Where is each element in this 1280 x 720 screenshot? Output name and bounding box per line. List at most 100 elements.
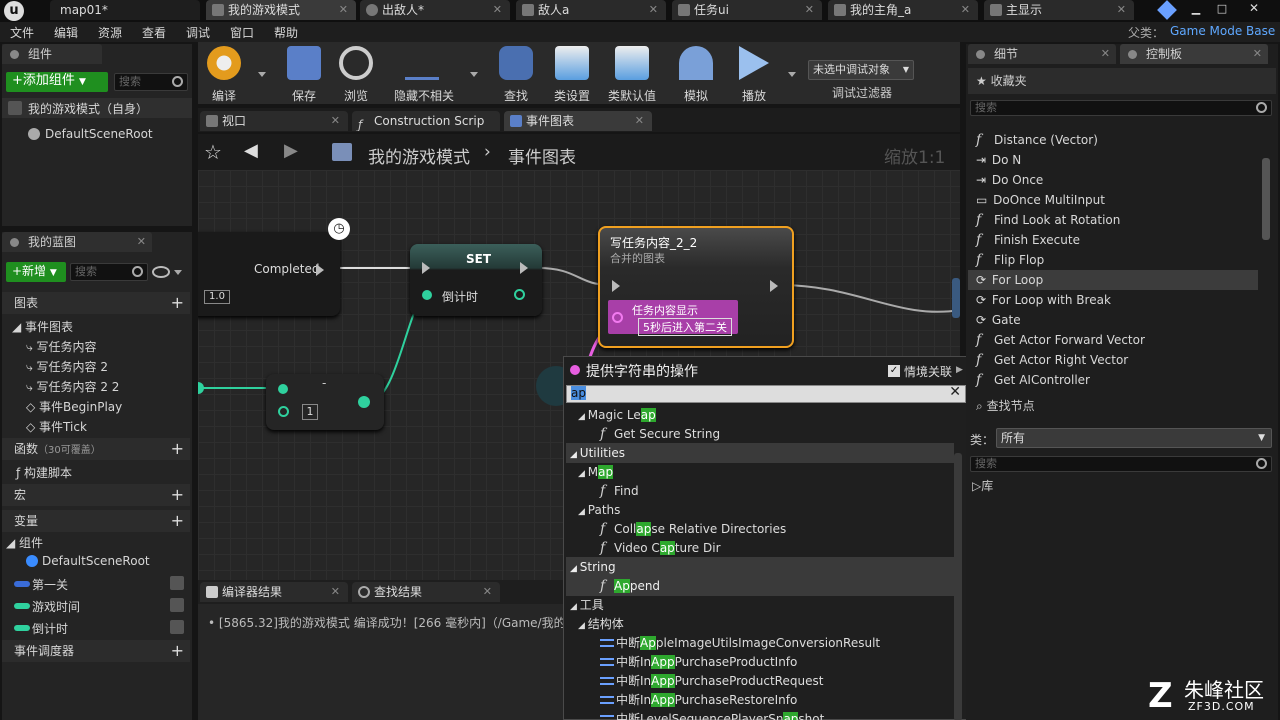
window-tab-main-display[interactable]: 主显示 ✕ bbox=[984, 0, 1134, 20]
delay-node[interactable]: Completed 1.0 bbox=[198, 232, 340, 316]
chevron-right-icon[interactable]: ▶ bbox=[956, 365, 963, 375]
completed-exec-pin[interactable] bbox=[316, 264, 324, 276]
tab-viewport[interactable]: 视口 ✕ bbox=[200, 111, 348, 131]
window-tab-spawn-enemy[interactable]: 出敌人* ✕ bbox=[360, 0, 510, 20]
integer-out-pin[interactable] bbox=[358, 396, 370, 408]
close-icon[interactable]: ✕ bbox=[137, 232, 146, 252]
var-out-pin[interactable] bbox=[514, 289, 525, 300]
add-component-button[interactable]: +添加组件 ▼ bbox=[6, 72, 108, 92]
breadcrumb-root[interactable]: 我的游戏模式 bbox=[368, 143, 470, 168]
palette-search-input[interactable]: 搜索 bbox=[970, 100, 1272, 116]
parent-class-link[interactable]: Game Mode Base bbox=[1170, 24, 1275, 38]
close-icon[interactable]: ✕ bbox=[635, 111, 644, 131]
task-content-value[interactable]: 5秒后进入第二关 bbox=[638, 318, 732, 336]
maximize-button[interactable]: □ bbox=[1214, 2, 1230, 18]
close-icon[interactable]: ✕ bbox=[1101, 44, 1110, 64]
window-tab-task-ui[interactable]: 任务ui ✕ bbox=[672, 0, 822, 20]
graph-item[interactable]: ⤷ 写任务内容 bbox=[26, 338, 97, 355]
tab-find-results[interactable]: 查找结果 ✕ bbox=[352, 582, 500, 602]
palette-item[interactable]: ⇥ Do N bbox=[976, 150, 1254, 170]
palette-scrollbar[interactable] bbox=[1262, 158, 1270, 240]
eye-icon[interactable] bbox=[152, 266, 170, 278]
play-button[interactable]: 播放 bbox=[728, 46, 780, 104]
action-item[interactable]: 中断InAppPurchaseRestoreInfo bbox=[566, 690, 954, 710]
palette-item[interactable]: ⟳ For Loop with Break bbox=[976, 290, 1254, 310]
debug-object-select[interactable]: 未选中调试对象 ▼ bbox=[808, 60, 914, 80]
action-category[interactable]: ◢ 工具 bbox=[566, 595, 954, 615]
variable-item[interactable]: 倒计时 bbox=[32, 620, 68, 637]
action-category[interactable]: ◢ Utilities bbox=[566, 443, 954, 463]
favorites-header[interactable]: ★ 收藏夹 bbox=[968, 68, 1276, 94]
action-item[interactable]: 中断AppleImageUtilsImageConversionResult bbox=[566, 633, 954, 653]
palette-item[interactable]: ⇥ Do Once bbox=[976, 170, 1254, 190]
action-item[interactable]: f Find bbox=[566, 481, 954, 501]
default-scene-root[interactable]: DefaultSceneRoot bbox=[45, 127, 153, 141]
add-macro-icon[interactable]: + bbox=[171, 484, 184, 506]
find-nodes-search-input[interactable]: 搜索 bbox=[970, 456, 1272, 472]
var-in-pin[interactable] bbox=[422, 290, 432, 300]
hide-unrelated-button[interactable]: 隐藏不相关 bbox=[394, 46, 454, 104]
chevron-down-icon[interactable] bbox=[174, 270, 182, 275]
chevron-down-icon[interactable] bbox=[788, 72, 796, 77]
construction-script-item[interactable]: ƒ 构建脚本 bbox=[16, 464, 72, 481]
menu-file[interactable]: 文件 bbox=[10, 24, 34, 41]
find-button[interactable]: 查找 bbox=[490, 46, 542, 104]
graph-item[interactable]: ◇ 事件Tick bbox=[26, 418, 87, 435]
simulate-button[interactable]: 模拟 bbox=[670, 46, 722, 104]
action-item[interactable]: 中断InAppPurchaseProductInfo bbox=[566, 652, 954, 672]
write-task-function-node[interactable]: 写任务内容_2_2 合并的图表 任务内容显示 5秒后进入第二关 bbox=[598, 226, 794, 348]
tab-event-graph[interactable]: 事件图表 ✕ bbox=[504, 111, 652, 131]
exec-in-pin[interactable] bbox=[612, 280, 620, 292]
menu-debug[interactable]: 调试 bbox=[186, 24, 210, 41]
save-button[interactable]: 保存 bbox=[278, 46, 330, 104]
close-icon[interactable]: ✕ bbox=[649, 0, 658, 20]
close-icon[interactable]: ✕ bbox=[483, 582, 492, 602]
action-item[interactable]: f Video Capture Dir bbox=[566, 538, 954, 558]
add-variable-icon[interactable]: + bbox=[171, 510, 184, 532]
library-tree-item[interactable]: ▷库 bbox=[972, 477, 993, 494]
context-scrollbar[interactable] bbox=[954, 453, 962, 720]
close-icon[interactable]: ✕ bbox=[1117, 0, 1126, 20]
exec-out-pin[interactable] bbox=[770, 280, 778, 292]
palette-item[interactable]: f Finish Execute bbox=[976, 230, 1254, 250]
palette-item[interactable]: f Get AIController bbox=[976, 370, 1254, 390]
duration-value[interactable]: 1.0 bbox=[204, 290, 230, 304]
integer-value[interactable]: 1 bbox=[302, 404, 318, 420]
action-item[interactable]: 中断LevelSequencePlayerSnapshot bbox=[566, 709, 954, 720]
exec-out-pin[interactable] bbox=[520, 262, 528, 274]
action-category[interactable]: ◢ 结构体 bbox=[566, 614, 954, 634]
close-icon[interactable]: ✕ bbox=[1253, 44, 1262, 64]
add-function-icon[interactable]: + bbox=[171, 438, 184, 460]
component-search-input[interactable]: 搜索 bbox=[114, 73, 188, 91]
menu-edit[interactable]: 编辑 bbox=[54, 24, 78, 41]
menu-window[interactable]: 窗口 bbox=[230, 24, 254, 41]
default-scene-root-var[interactable]: DefaultSceneRoot bbox=[42, 554, 150, 568]
browse-button[interactable]: 浏览 bbox=[330, 46, 382, 104]
action-category[interactable]: ◢ Magic Leap bbox=[566, 405, 954, 425]
chevron-down-icon[interactable] bbox=[258, 72, 266, 77]
variable-type-icon[interactable] bbox=[170, 598, 184, 612]
event-dispatchers-section[interactable]: 事件调度器 + bbox=[2, 640, 190, 662]
add-dispatcher-icon[interactable]: + bbox=[171, 640, 184, 662]
tab-palette[interactable]: 控制板 ✕ bbox=[1120, 44, 1268, 64]
palette-item[interactable]: f Find Look at Rotation bbox=[976, 210, 1254, 230]
menu-asset[interactable]: 资源 bbox=[98, 24, 122, 41]
graph-item[interactable]: ◇ 事件BeginPlay bbox=[26, 398, 122, 415]
minimize-button[interactable]: ▁ bbox=[1188, 2, 1204, 18]
action-category[interactable]: ◢ Map bbox=[566, 462, 954, 482]
chevron-down-icon[interactable] bbox=[470, 72, 478, 77]
palette-item[interactable]: f Distance (Vector) bbox=[976, 130, 1254, 150]
action-item[interactable]: f Append bbox=[566, 576, 954, 596]
tab-details[interactable]: 细节 ✕ bbox=[968, 44, 1116, 64]
compile-button[interactable]: 编译 bbox=[198, 46, 250, 104]
functions-section[interactable]: 函数（30可覆盖） + bbox=[2, 438, 190, 460]
variables-section[interactable]: 变量 + bbox=[2, 510, 190, 532]
action-category[interactable]: ◢ String bbox=[566, 557, 954, 577]
add-graph-icon[interactable]: + bbox=[171, 292, 184, 314]
palette-item[interactable]: ▭ DoOnce MultiInput bbox=[976, 190, 1254, 210]
close-icon[interactable]: ✕ bbox=[493, 0, 502, 20]
variable-item[interactable]: 第一关 bbox=[32, 576, 68, 593]
tab-compiler-results[interactable]: 编译器结果 ✕ bbox=[200, 582, 348, 602]
class-settings-button[interactable]: 类设置 bbox=[546, 46, 598, 104]
forward-arrow-icon[interactable]: ▶ bbox=[284, 140, 298, 161]
